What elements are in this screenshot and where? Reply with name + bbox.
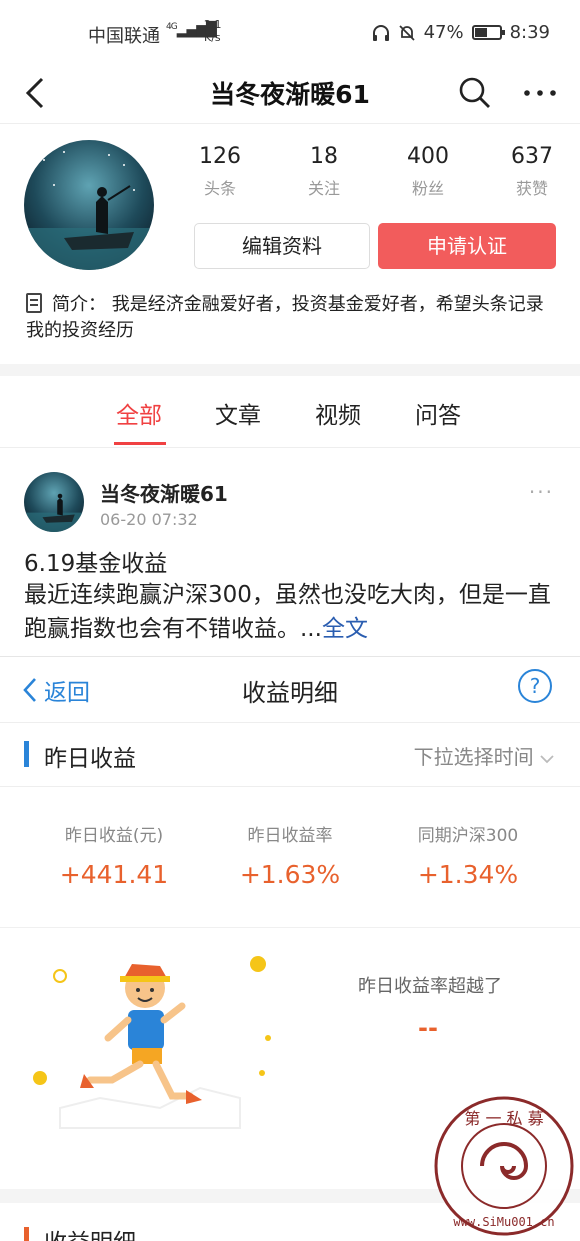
- embed-title: 收益明细: [242, 679, 338, 707]
- metrics-row: 昨日收益(元) +441.41 昨日收益率 +1.63% 同期沪深300 +1.…: [0, 797, 580, 927]
- edit-profile-button[interactable]: 编辑资料: [194, 223, 370, 269]
- active-tab-indicator: [114, 442, 166, 445]
- embed-section2-header: 收益明细: [24, 1223, 136, 1241]
- stat-num: 637: [511, 144, 553, 169]
- metric-label: 同期沪深300: [417, 826, 519, 846]
- help-icon: ?: [518, 669, 552, 703]
- metric-value: +1.63%: [239, 860, 341, 889]
- carrier-label: 中国联通: [88, 26, 160, 47]
- bio-label: 简介：: [52, 294, 106, 315]
- section-label: 昨日收益: [44, 746, 136, 772]
- more-icon[interactable]: [522, 76, 558, 110]
- battery-icon: [471, 25, 505, 40]
- stat-label: 粉丝: [411, 179, 444, 198]
- headphones-icon: [372, 24, 389, 41]
- watermark-stamp: 第 一 私 募 www.SiMu001.cn: [434, 1096, 574, 1236]
- page-title: 当冬夜渐暖61: [210, 80, 370, 109]
- stat-label: 头条: [203, 179, 236, 198]
- tab-articles[interactable]: 文章: [215, 396, 261, 430]
- status-bar: 中国联通 4G▂▄▆█ 2.1 K/s 47% 8:39: [0, 0, 580, 62]
- post-timestamp: 06-20 07:32: [100, 510, 198, 529]
- content-tabs: 全部 文章 视频 问答: [0, 380, 580, 448]
- network-speed: 2.1 K/s: [204, 18, 222, 44]
- metric-yesterday-profit: 昨日收益(元) +441.41: [24, 821, 204, 889]
- search-icon[interactable]: [458, 76, 492, 110]
- metric-value: +441.41: [59, 860, 169, 889]
- chevron-down-icon: [540, 755, 554, 764]
- embed-header: 返回 收益明细 ?: [0, 657, 580, 723]
- post-title[interactable]: 6.19基金收益: [24, 544, 167, 578]
- nav-bar: 当冬夜渐暖61: [0, 62, 580, 124]
- metric-value: +1.34%: [417, 860, 519, 889]
- metric-label: 昨日收益率: [247, 826, 333, 846]
- embed-section-header: 昨日收益 下拉选择时间: [0, 723, 580, 787]
- stat-followers[interactable]: 400 粉丝: [398, 144, 458, 199]
- metric-label: 昨日收益(元): [64, 826, 164, 846]
- post-more-button[interactable]: ···: [529, 480, 554, 504]
- tab-qa[interactable]: 问答: [415, 396, 461, 430]
- profile-stats: 126 头条 18 关注 400 粉丝 637 获赞: [190, 144, 562, 199]
- document-icon: [26, 293, 42, 313]
- post-body[interactable]: 最近连续跑赢沪深300，虽然也没吃大肉，但是一直跑赢指数也会有不错收益。...全…: [24, 578, 564, 646]
- stat-label: 获赞: [515, 179, 548, 198]
- tab-all[interactable]: 全部: [116, 396, 162, 430]
- tab-videos[interactable]: 视频: [315, 396, 361, 430]
- post-body-text: 最近连续跑赢沪深300，虽然也没吃大肉，但是一直跑赢指数也会有不错收益。...: [24, 582, 551, 642]
- metric-yesterday-rate: 昨日收益率 +1.63%: [200, 821, 380, 889]
- speed-value: 2.1: [204, 18, 222, 31]
- section-marker: [24, 1227, 29, 1241]
- stat-label: 关注: [307, 179, 340, 198]
- stat-likes[interactable]: 637 获赞: [502, 144, 562, 199]
- section2-label: 收益明细: [44, 1230, 136, 1241]
- avatar[interactable]: [24, 140, 154, 270]
- network-label: 4G: [166, 22, 178, 32]
- exceed-label: 昨日收益率超越了: [358, 976, 502, 997]
- profile-bio: 简介： 我是经济金融爱好者，投资基金爱好者，希望头条记录我的投资经历: [26, 292, 556, 344]
- stat-headlines[interactable]: 126 头条: [190, 144, 250, 199]
- battery-percent: 47%: [423, 22, 464, 43]
- post-avatar[interactable]: [24, 472, 84, 532]
- stat-num: 400: [407, 144, 449, 169]
- speed-unit: K/s: [204, 31, 221, 44]
- watermark-url-text: www.SiMu001.cn: [453, 1215, 554, 1229]
- stat-num: 18: [310, 144, 338, 169]
- watermark-chars: 第 一 私 募: [464, 1109, 543, 1128]
- metric-csi300: 同期沪深300 +1.34%: [378, 821, 558, 889]
- stat-num: 126: [199, 144, 241, 169]
- runner-illustration: [33, 956, 271, 1129]
- dropdown-label: 下拉选择时间: [413, 745, 534, 769]
- watermark-url: www.SiMu001.cn: [453, 1215, 554, 1229]
- watermark-chars-text: 第 一 私 募: [464, 1109, 543, 1128]
- time-dropdown: 下拉选择时间: [414, 741, 554, 770]
- post-author[interactable]: 当冬夜渐暖61: [100, 478, 228, 507]
- exceed-value: --: [418, 1014, 438, 1042]
- stat-following[interactable]: 18 关注: [294, 144, 354, 199]
- section-divider: [0, 364, 580, 376]
- section-marker: [24, 741, 29, 767]
- clock: 8:39: [509, 22, 550, 43]
- read-more-link[interactable]: 全文: [322, 616, 368, 642]
- mute-bell-icon: [398, 24, 415, 41]
- apply-verification-button[interactable]: 申请认证: [378, 223, 556, 269]
